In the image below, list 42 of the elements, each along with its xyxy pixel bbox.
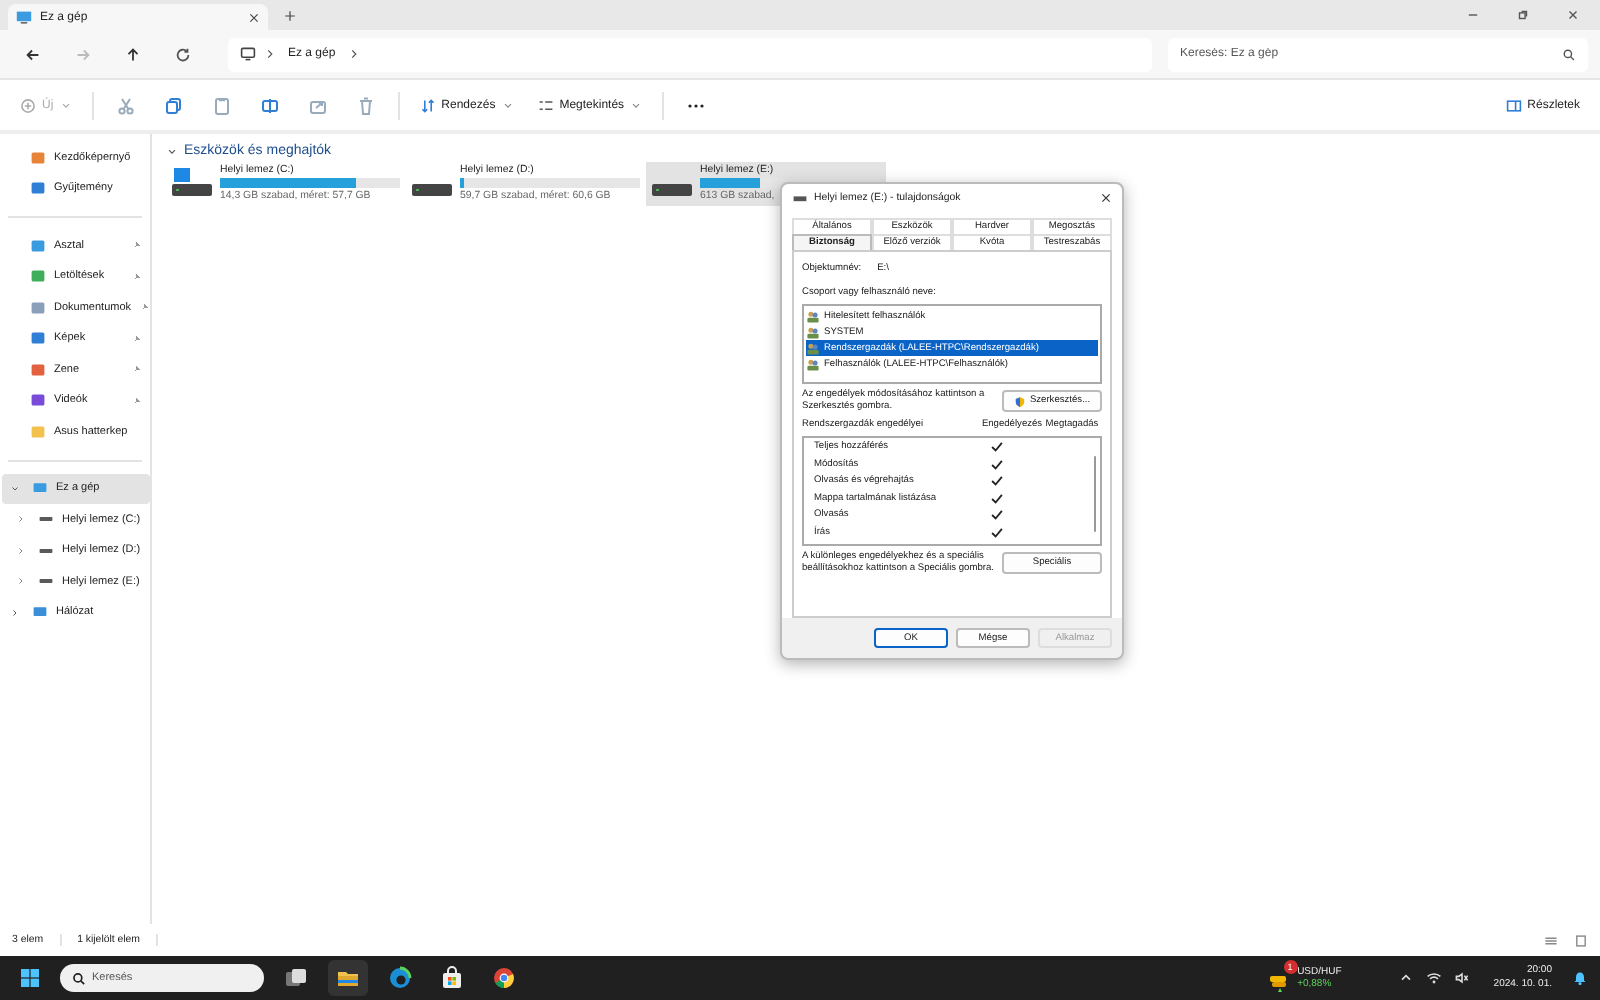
caret-icon	[59, 99, 72, 111]
sort-icon	[419, 97, 436, 113]
bell-icon[interactable]	[1572, 970, 1588, 986]
drive-icon	[792, 190, 808, 206]
pin-icon	[139, 302, 150, 313]
wifi-icon[interactable]	[1425, 970, 1442, 986]
up-icon[interactable]	[124, 45, 142, 63]
rename-icon[interactable]	[259, 95, 280, 115]
shield-icon	[1013, 395, 1026, 408]
pin-icon	[132, 271, 142, 282]
scrollbar[interactable]	[1093, 455, 1096, 532]
chevron-icon	[264, 48, 276, 60]
details-view-icon[interactable]	[1544, 933, 1558, 947]
start-icon[interactable]	[20, 968, 40, 988]
pin-icon	[132, 333, 142, 344]
panel-icon	[1505, 97, 1522, 113]
chevron-up-icon[interactable]	[1397, 970, 1414, 986]
drive-icon	[38, 516, 54, 523]
add-icon	[20, 97, 36, 113]
chevron-icon[interactable]	[347, 48, 360, 60]
copy-icon[interactable]	[163, 95, 184, 115]
pin-icon	[132, 395, 142, 406]
restore-icon[interactable]	[1516, 8, 1530, 22]
speaker-icon[interactable]	[1453, 970, 1470, 986]
search-icon	[72, 971, 86, 985]
refresh-icon[interactable]	[174, 45, 192, 63]
chevron-icon	[166, 145, 178, 157]
back-icon[interactable]	[24, 45, 42, 63]
pin-icon	[132, 240, 142, 251]
caret-icon	[501, 99, 514, 111]
search-icon[interactable]	[1562, 47, 1576, 61]
close-icon[interactable]	[1100, 192, 1112, 204]
drive-icon	[38, 578, 54, 585]
view-icon	[537, 97, 554, 113]
drive-icon	[38, 547, 54, 554]
close-icon[interactable]	[248, 11, 260, 23]
tiles-view-icon[interactable]	[1574, 933, 1588, 947]
new-tab-icon[interactable]	[284, 10, 296, 22]
pin-icon	[132, 364, 142, 375]
caret-icon	[630, 99, 643, 111]
close-icon[interactable]	[1566, 8, 1580, 22]
minimize-icon[interactable]	[1466, 8, 1480, 22]
